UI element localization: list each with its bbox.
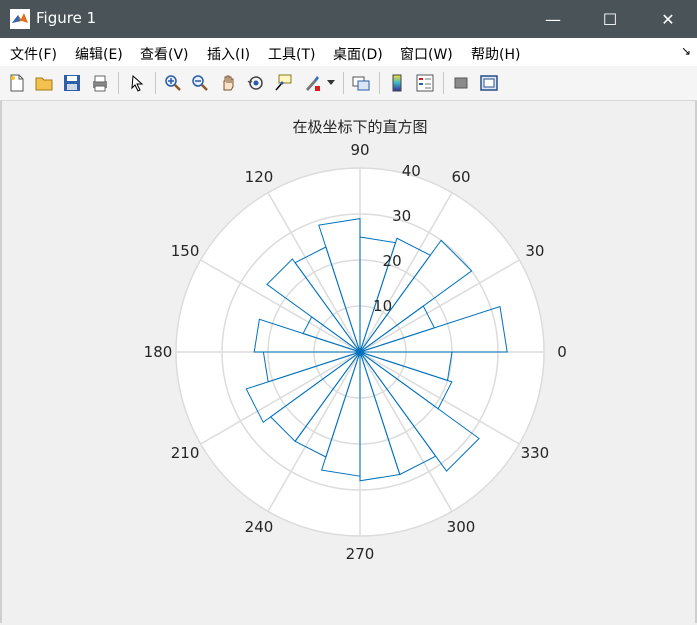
chart-title: 在极坐标下的直方图 bbox=[292, 118, 427, 136]
toolbar-separator bbox=[343, 72, 344, 94]
toolbar bbox=[0, 66, 697, 101]
matlab-logo-icon bbox=[10, 9, 30, 29]
brush-dropdown-icon[interactable] bbox=[325, 73, 337, 93]
menu-edit[interactable]: 编辑(E) bbox=[75, 44, 123, 64]
theta-tick-label: 0 bbox=[557, 343, 567, 361]
close-button[interactable]: ✕ bbox=[639, 0, 697, 38]
toolbar-separator bbox=[443, 72, 444, 94]
r-tick-label: 20 bbox=[383, 252, 402, 270]
theta-tick-label: 30 bbox=[525, 242, 544, 260]
theta-tick-label: 270 bbox=[346, 545, 375, 563]
pan-hand-icon[interactable] bbox=[218, 73, 238, 93]
r-tick-label: 10 bbox=[373, 297, 392, 315]
toolbar-separator bbox=[155, 72, 156, 94]
new-figure-icon[interactable] bbox=[7, 73, 27, 93]
figure-canvas: 在极坐标下的直方图 0 30 60 90 120 150 180 210 240 270 300 33… bbox=[2, 101, 695, 621]
r-tick-label: 30 bbox=[392, 207, 411, 225]
brush-icon[interactable] bbox=[302, 73, 322, 93]
minimize-button[interactable]: — bbox=[524, 0, 582, 38]
toolbar-separator bbox=[379, 72, 380, 94]
theta-tick-label: 300 bbox=[447, 518, 476, 536]
theta-tick-label: 150 bbox=[171, 242, 200, 260]
menu-window[interactable]: 窗口(W) bbox=[400, 44, 453, 64]
theta-tick-label: 210 bbox=[171, 444, 200, 462]
theta-tick-label: 60 bbox=[451, 168, 470, 186]
menu-file[interactable]: 文件(F) bbox=[10, 44, 57, 64]
colorbar-icon[interactable] bbox=[387, 73, 407, 93]
menu-view[interactable]: 查看(V) bbox=[140, 44, 189, 64]
window-title: Figure 1 bbox=[36, 9, 97, 27]
polar-axes[interactable]: 在极坐标下的直方图 0 30 60 90 120 150 180 210 240 270 300 33… bbox=[2, 101, 695, 621]
rotate-3d-icon[interactable] bbox=[246, 73, 266, 93]
zoom-out-icon[interactable] bbox=[190, 73, 210, 93]
pointer-icon[interactable] bbox=[127, 73, 147, 93]
maximize-button[interactable]: ☐ bbox=[581, 0, 639, 38]
theta-tick-label: 120 bbox=[245, 168, 274, 186]
hide-plot-tools-icon[interactable] bbox=[451, 73, 471, 93]
menu-tools[interactable]: 工具(T) bbox=[268, 44, 315, 64]
toolbar-separator bbox=[118, 72, 119, 94]
title-bar: Figure 1 — ☐ ✕ bbox=[0, 0, 697, 38]
r-tick-label: 40 bbox=[402, 162, 421, 180]
dock-arrow-icon[interactable]: ↘ bbox=[681, 44, 691, 58]
menu-desktop[interactable]: 桌面(D) bbox=[333, 44, 383, 64]
open-file-icon[interactable] bbox=[34, 73, 54, 93]
menu-insert[interactable]: 插入(I) bbox=[207, 44, 250, 64]
link-plot-icon[interactable] bbox=[351, 73, 371, 93]
print-icon[interactable] bbox=[90, 73, 110, 93]
theta-tick-label: 180 bbox=[144, 343, 173, 361]
data-cursor-icon[interactable] bbox=[273, 73, 293, 93]
theta-tick-label: 90 bbox=[350, 141, 369, 159]
show-plot-tools-icon[interactable] bbox=[479, 73, 499, 93]
save-icon[interactable] bbox=[62, 73, 82, 93]
menu-help[interactable]: 帮助(H) bbox=[471, 44, 520, 64]
zoom-in-icon[interactable] bbox=[163, 73, 183, 93]
theta-tick-label: 330 bbox=[521, 444, 550, 462]
menu-bar: 文件(F) 编辑(E) 查看(V) 插入(I) 工具(T) 桌面(D) 窗口(W… bbox=[0, 38, 697, 66]
theta-tick-label: 240 bbox=[245, 518, 274, 536]
legend-icon[interactable] bbox=[415, 73, 435, 93]
